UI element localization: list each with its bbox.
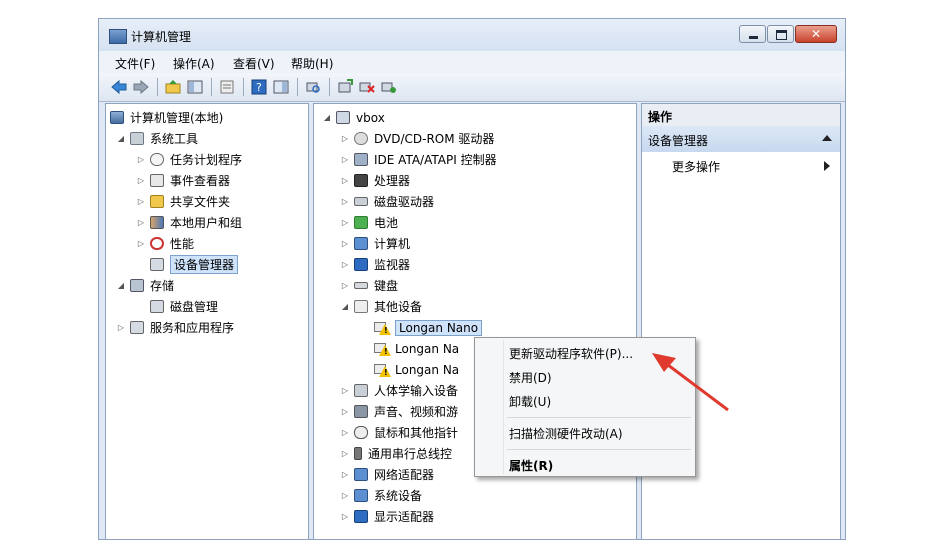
annotation-arrow-icon <box>652 353 729 412</box>
